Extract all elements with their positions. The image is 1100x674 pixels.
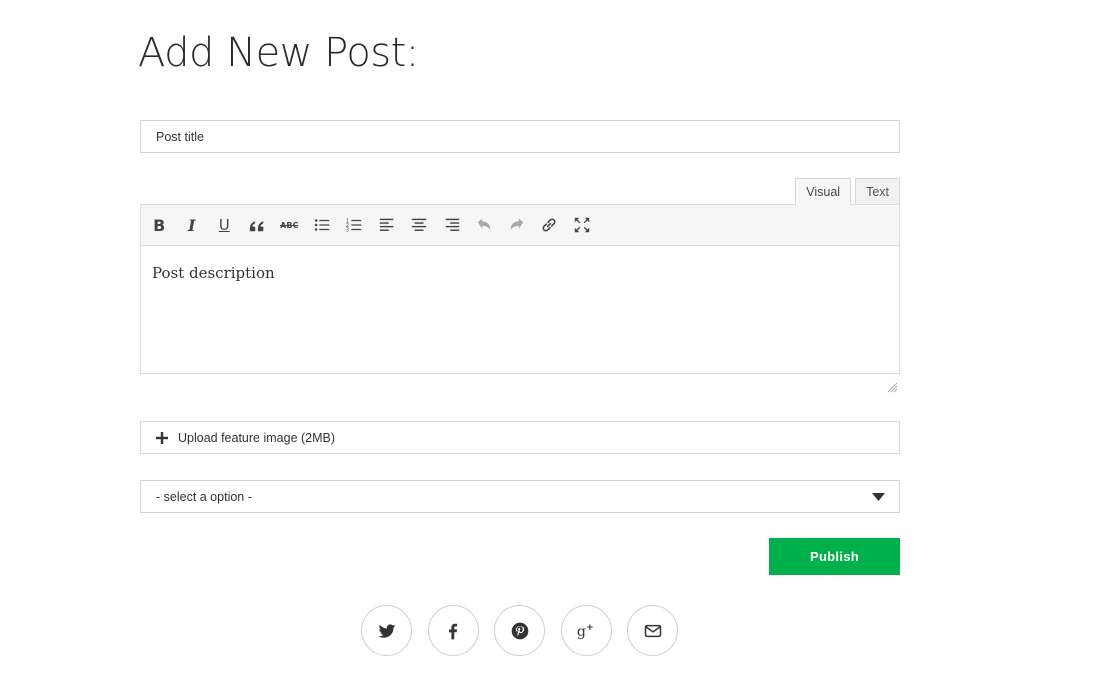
align-left-icon: [379, 218, 394, 231]
post-description-editor[interactable]: Post description: [140, 245, 900, 374]
undo-icon: [477, 218, 491, 231]
bold-icon: B: [153, 215, 166, 235]
share-facebook-button[interactable]: [427, 605, 479, 656]
resize-handle-icon[interactable]: [886, 381, 898, 393]
tab-text[interactable]: Text: [855, 178, 900, 205]
editor-tabs: Visual Text: [791, 178, 900, 205]
bullet-list-icon: [314, 219, 329, 231]
blockquote-button[interactable]: [241, 210, 274, 240]
share-email-button[interactable]: [627, 605, 678, 656]
italic-button[interactable]: I: [176, 210, 209, 240]
svg-text:+: +: [586, 622, 594, 633]
align-center-icon: [412, 218, 427, 231]
facebook-icon: [449, 623, 458, 639]
caret-down-icon: [872, 492, 885, 501]
redo-icon: [510, 218, 524, 231]
numbered-list-button[interactable]: 123: [338, 210, 371, 240]
share-google-plus-button[interactable]: g +: [560, 605, 612, 656]
strikethrough-icon: ABC: [280, 220, 299, 230]
post-title-input[interactable]: [140, 120, 900, 153]
fullscreen-icon: [574, 217, 589, 233]
link-button[interactable]: [533, 210, 566, 240]
bold-button[interactable]: B: [143, 210, 176, 240]
svg-text:g: g: [577, 624, 586, 640]
strikethrough-button[interactable]: ABC: [273, 210, 306, 240]
upload-feature-image-button[interactable]: Upload feature image (2MB): [140, 421, 900, 454]
align-right-button[interactable]: [436, 210, 469, 240]
share-pinterest-button[interactable]: [494, 605, 545, 656]
blockquote-icon: [249, 221, 264, 232]
italic-icon: I: [188, 215, 196, 235]
numbered-list-icon: 123: [346, 218, 362, 233]
select-value: - select a option -: [156, 489, 252, 504]
category-select[interactable]: - select a option -: [140, 480, 900, 513]
google-plus-icon: g +: [577, 622, 594, 640]
share-buttons: g +: [361, 605, 694, 656]
align-center-button[interactable]: [403, 210, 436, 240]
twitter-icon: [378, 623, 395, 638]
align-right-icon: [445, 218, 459, 231]
redo-button[interactable]: [501, 210, 534, 240]
editor-toolbar: B I U ABC 123: [140, 204, 900, 246]
fullscreen-button[interactable]: [566, 210, 599, 240]
align-left-button[interactable]: [371, 210, 404, 240]
email-icon: [644, 624, 661, 637]
plus-icon: [156, 431, 168, 444]
tab-visual[interactable]: Visual: [795, 178, 852, 205]
underline-icon: U: [218, 216, 230, 234]
upload-label: Upload feature image (2MB): [178, 430, 336, 445]
bullet-list-button[interactable]: [306, 210, 339, 240]
underline-button[interactable]: U: [208, 210, 241, 240]
undo-button[interactable]: [468, 210, 501, 240]
publish-button[interactable]: Publish: [769, 538, 900, 575]
svg-text:3: 3: [346, 227, 349, 233]
page-title: Add New Post:: [138, 30, 419, 76]
link-icon: [542, 218, 556, 232]
pinterest-icon: [511, 622, 528, 639]
share-twitter-button[interactable]: [361, 605, 412, 656]
